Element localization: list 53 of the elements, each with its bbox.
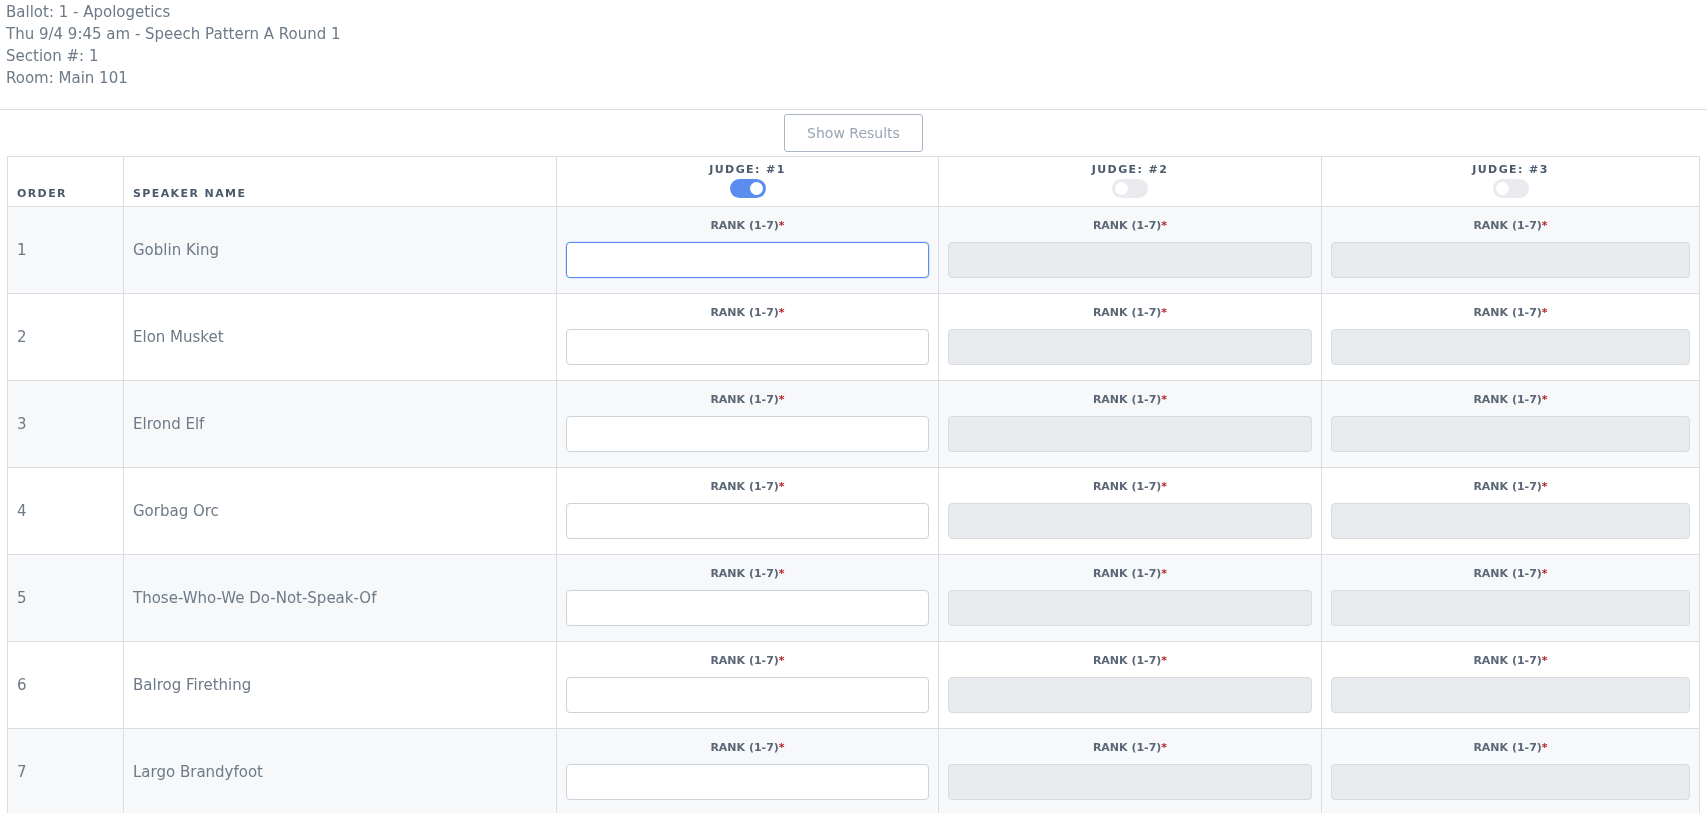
rank-label: RANK (1-7)* xyxy=(1092,654,1168,667)
speaker-name-cell: Elon Musket xyxy=(133,328,224,346)
order-cell: 7 xyxy=(17,763,27,781)
rank-label: RANK (1-7)* xyxy=(710,306,785,319)
rank-label: RANK (1-7)* xyxy=(710,480,785,493)
rank-label: RANK (1-7)* xyxy=(1092,480,1168,493)
speaker-name-cell: Balrog Firething xyxy=(133,676,252,694)
judge-toggle[interactable] xyxy=(729,179,766,198)
order-cell: 6 xyxy=(17,676,27,694)
rank-input[interactable] xyxy=(566,503,929,539)
rank-label: RANK (1-7)* xyxy=(1473,567,1548,580)
ballot-info-text: Room: Main 101 xyxy=(6,68,129,89)
column-header: ORDER xyxy=(17,187,67,200)
order-cell: 3 xyxy=(17,415,27,433)
rank-label: RANK (1-7)* xyxy=(1473,219,1548,232)
rank-label: RANK (1-7)* xyxy=(1473,480,1548,493)
ballot-info-text: Thu 9/4 9:45 am - Speech Pattern A Round 1 xyxy=(6,24,342,45)
order-cell: 2 xyxy=(17,328,27,346)
rank-input[interactable] xyxy=(566,677,929,713)
rank-input[interactable] xyxy=(566,329,929,365)
speaker-name-cell: Goblin King xyxy=(133,241,219,259)
column-header: SPEAKER NAME xyxy=(133,187,247,200)
rank-label: RANK (1-7)* xyxy=(1473,393,1548,406)
rank-label: RANK (1-7)* xyxy=(710,741,785,754)
rank-label: RANK (1-7)* xyxy=(710,567,785,580)
rank-label: RANK (1-7)* xyxy=(1473,654,1548,667)
rank-label: RANK (1-7)* xyxy=(710,219,785,232)
rank-label: RANK (1-7)* xyxy=(1092,567,1168,580)
rank-label: RANK (1-7)* xyxy=(710,654,785,667)
rank-input[interactable] xyxy=(566,590,929,626)
rank-label: RANK (1-7)* xyxy=(1473,306,1548,319)
speaker-name-cell: Elrond Elf xyxy=(133,415,205,433)
rank-label: RANK (1-7)* xyxy=(1092,393,1168,406)
judge-header: JUDGE: #3 xyxy=(1472,163,1549,176)
ballot-info-text: Ballot: 1 - Apologetics xyxy=(6,2,172,23)
speaker-name-cell: Those-Who-We Do-Not-Speak-Of xyxy=(133,589,377,607)
rank-label: RANK (1-7)* xyxy=(1092,306,1168,319)
rank-label: RANK (1-7)* xyxy=(1092,219,1168,232)
rank-label: RANK (1-7)* xyxy=(1092,741,1168,754)
rank-label: RANK (1-7)* xyxy=(1473,741,1548,754)
speaker-name-cell: Largo Brandyfoot xyxy=(133,763,263,781)
order-cell: 1 xyxy=(17,241,27,259)
ballot-info-text: Section #: 1 xyxy=(6,46,100,67)
order-cell: 4 xyxy=(17,502,27,520)
show-results-button[interactable]: Show Results xyxy=(784,114,923,152)
rank-input[interactable] xyxy=(566,242,929,278)
speaker-name-cell: Gorbag Orc xyxy=(133,502,219,520)
rank-input[interactable] xyxy=(566,416,929,452)
rank-input[interactable] xyxy=(566,764,929,800)
order-cell: 5 xyxy=(17,589,27,607)
judge-header: JUDGE: #1 xyxy=(709,163,786,176)
rank-label: RANK (1-7)* xyxy=(710,393,785,406)
judge-header: JUDGE: #2 xyxy=(1091,163,1169,176)
